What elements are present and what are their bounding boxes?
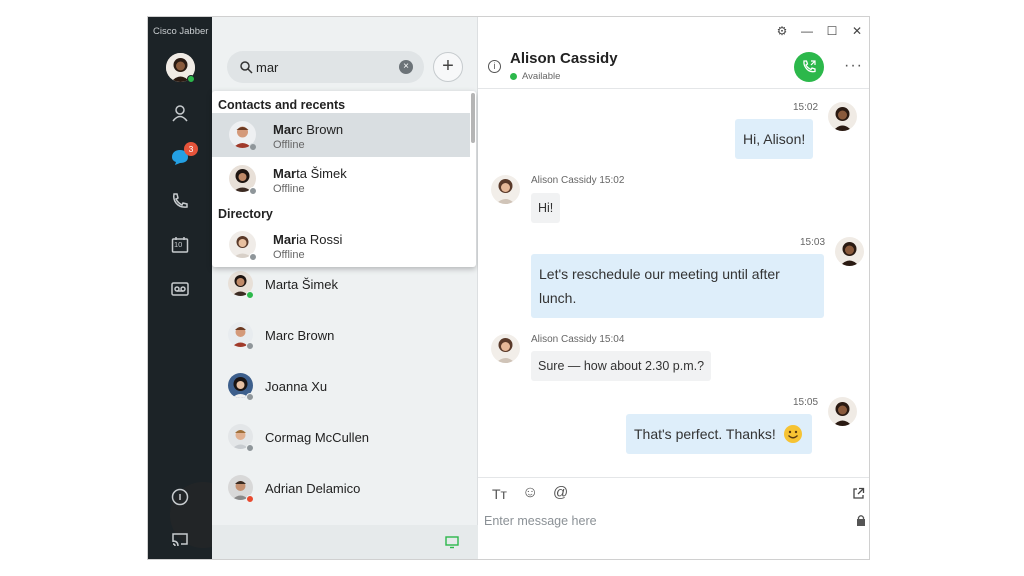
phone-icon[interactable]: [168, 189, 192, 213]
available-dot: [510, 73, 517, 80]
dropdown-scrollbar[interactable]: [471, 93, 475, 143]
dropdown-item-name: Marc Brown: [273, 122, 344, 137]
minimize-icon[interactable]: —: [801, 25, 813, 37]
clear-icon[interactable]: ×: [399, 60, 413, 74]
my-presence-dot: [187, 75, 195, 83]
presence-dot: [246, 444, 254, 452]
lock-icon: [857, 515, 865, 526]
window-controls: ⚙ — ☐ ✕: [776, 25, 863, 37]
message-line: lunch.: [539, 290, 577, 306]
help-icon[interactable]: [168, 485, 192, 509]
contacts-footer: [212, 525, 478, 559]
my-avatar: [835, 237, 864, 266]
contact-name: Marc Brown: [265, 328, 335, 343]
contact-row[interactable]: Marta Šimek: [212, 260, 478, 310]
chat-contact-status: Available: [522, 71, 561, 82]
calendar-icon[interactable]: 10: [168, 233, 192, 257]
contact-name: Adrian Delamico: [265, 481, 361, 496]
screen-share-icon[interactable]: [168, 527, 192, 551]
dropdown-item[interactable]: Marta Šimek Offline: [212, 157, 470, 201]
my-avatar: [828, 102, 857, 131]
message-time: 15:05: [793, 397, 819, 408]
contact-row[interactable]: Cormag McCullen: [212, 413, 478, 463]
dropdown-section-directory: Directory: [218, 207, 273, 221]
dropdown-item-status: Offline: [273, 249, 305, 261]
message-meta: Alison Cassidy 15:04: [531, 334, 625, 345]
message-input[interactable]: [484, 512, 844, 530]
contact-row[interactable]: Adrian Delamico: [212, 464, 478, 514]
contact-row[interactable]: Marc Brown: [212, 311, 478, 361]
maximize-icon[interactable]: ☐: [826, 25, 838, 37]
voicemail-icon[interactable]: [168, 277, 192, 301]
info-icon[interactable]: i: [488, 60, 501, 73]
chat-contact-name: Alison Cassidy: [510, 50, 618, 67]
dropdown-item[interactable]: Marc Brown Offline: [212, 113, 470, 157]
sidebar: Cisco Jabber 3 10: [148, 17, 236, 559]
text-format-icon[interactable]: Tт: [492, 486, 507, 502]
message-time: 15:02: [793, 102, 819, 113]
message-bubble-in: Hi!: [531, 193, 561, 223]
message-line: Let's reschedule our meeting until after: [539, 266, 780, 282]
chat-badge: 3: [184, 142, 198, 156]
call-icon[interactable]: [794, 52, 824, 82]
presence-dot: [246, 495, 254, 503]
contact-avatar: [491, 175, 520, 204]
chat-panel: ⚙ — ☐ ✕ i Alison Cassidy Available ··· 1…: [478, 17, 869, 559]
search-dropdown: Contacts and recents Marc Brown Offline …: [212, 91, 476, 267]
contact-name: Cormag McCullen: [265, 430, 370, 445]
message-meta: Alison Cassidy 15:02: [531, 175, 625, 186]
contact-avatar: [491, 334, 520, 363]
message-text: That's perfect. Thanks!: [634, 426, 776, 442]
message-bubble-out: Let's reschedule our meeting until after…: [531, 254, 824, 318]
message-bubble-in: Sure — how about 2.30 p.m.?: [531, 351, 712, 381]
presence-dot: [249, 253, 257, 261]
presence-dot: [249, 143, 257, 151]
search-icon: [240, 61, 253, 74]
mention-icon[interactable]: @: [553, 484, 568, 501]
presence-dot: [246, 393, 254, 401]
dropdown-item-status: Offline: [273, 139, 305, 151]
smiley-emoji-icon: [783, 425, 802, 443]
emoji-icon[interactable]: ☺: [522, 484, 538, 502]
app-title: Cisco Jabber: [153, 26, 209, 37]
search-box[interactable]: ×: [227, 51, 424, 83]
presence-dot: [246, 342, 254, 350]
contact-name: Marta Šimek: [265, 277, 338, 292]
contact-name: Joanna Xu: [265, 379, 328, 394]
my-avatar: [828, 397, 857, 426]
presence-dot: [249, 187, 257, 195]
message-time: 15:03: [800, 237, 826, 248]
monitor-icon[interactable]: [445, 535, 459, 549]
message-bubble-out: That's perfect. Thanks!: [626, 414, 812, 454]
presence-dot: [246, 291, 254, 299]
gear-icon[interactable]: ⚙: [776, 25, 788, 37]
message-bubble-out: Hi, Alison!: [735, 119, 814, 159]
chat-header: ⚙ — ☐ ✕ i Alison Cassidy Available ···: [478, 17, 869, 89]
dropdown-item-name: Maria Rossi: [273, 232, 343, 247]
search-input[interactable]: [256, 58, 396, 76]
add-icon[interactable]: +: [433, 52, 463, 82]
dropdown-item-status: Offline: [273, 183, 305, 195]
popout-icon[interactable]: [852, 487, 865, 500]
jabber-window: Cisco Jabber 3 10 mar × + Marta Šimek Ma…: [147, 16, 870, 560]
contact-row[interactable]: Joanna Xu: [212, 362, 478, 412]
close-icon[interactable]: ✕: [851, 25, 863, 37]
more-icon[interactable]: ···: [844, 57, 863, 75]
dropdown-item-name: Marta Šimek: [273, 166, 347, 181]
calendar-day: 10: [174, 240, 183, 249]
dropdown-section-contacts: Contacts and recents: [218, 98, 346, 112]
dropdown-item[interactable]: Maria Rossi Offline: [212, 223, 470, 267]
message-composer: Tт ☺ @: [478, 477, 869, 559]
contacts-icon[interactable]: [168, 101, 192, 125]
